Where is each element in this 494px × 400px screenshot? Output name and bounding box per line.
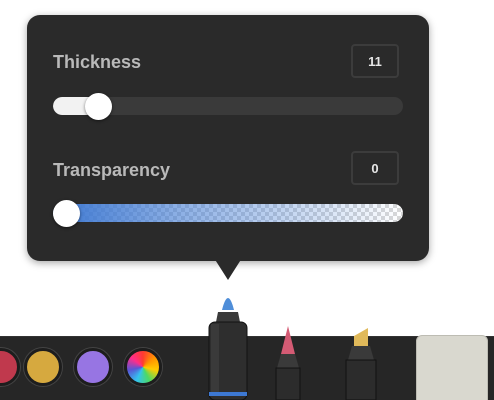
thickness-label: Thickness <box>53 52 142 72</box>
selected-indicator <box>209 392 247 396</box>
transparency-slider-thumb[interactable] <box>53 200 80 227</box>
highlighter-tool[interactable] <box>340 326 382 400</box>
marker-tool[interactable] <box>203 288 253 400</box>
marker-tip-icon <box>222 298 234 310</box>
transparency-label: Transparency <box>53 160 171 180</box>
multicolor-swatch[interactable] <box>124 348 162 386</box>
pen-tip-icon <box>281 326 295 354</box>
popover-pointer <box>214 258 242 280</box>
eraser-tool[interactable] <box>416 335 488 400</box>
drawing-toolbar-screen: Thickness 11 Transparency 0 <box>0 0 494 400</box>
red-swatch[interactable] <box>0 348 20 386</box>
highlighter-tip-icon <box>354 328 368 346</box>
transparency-value-field[interactable]: 0 <box>351 151 399 185</box>
pen-settings-popover: Thickness 11 Transparency 0 <box>27 15 429 261</box>
thickness-slider-thumb[interactable] <box>85 93 112 120</box>
purple-swatch[interactable] <box>74 348 112 386</box>
transparency-gradient <box>53 204 403 222</box>
thickness-value-field[interactable]: 11 <box>351 44 399 78</box>
transparency-slider-track[interactable] <box>53 204 403 222</box>
pen-tool[interactable] <box>272 324 304 400</box>
yellow-swatch[interactable] <box>24 348 62 386</box>
